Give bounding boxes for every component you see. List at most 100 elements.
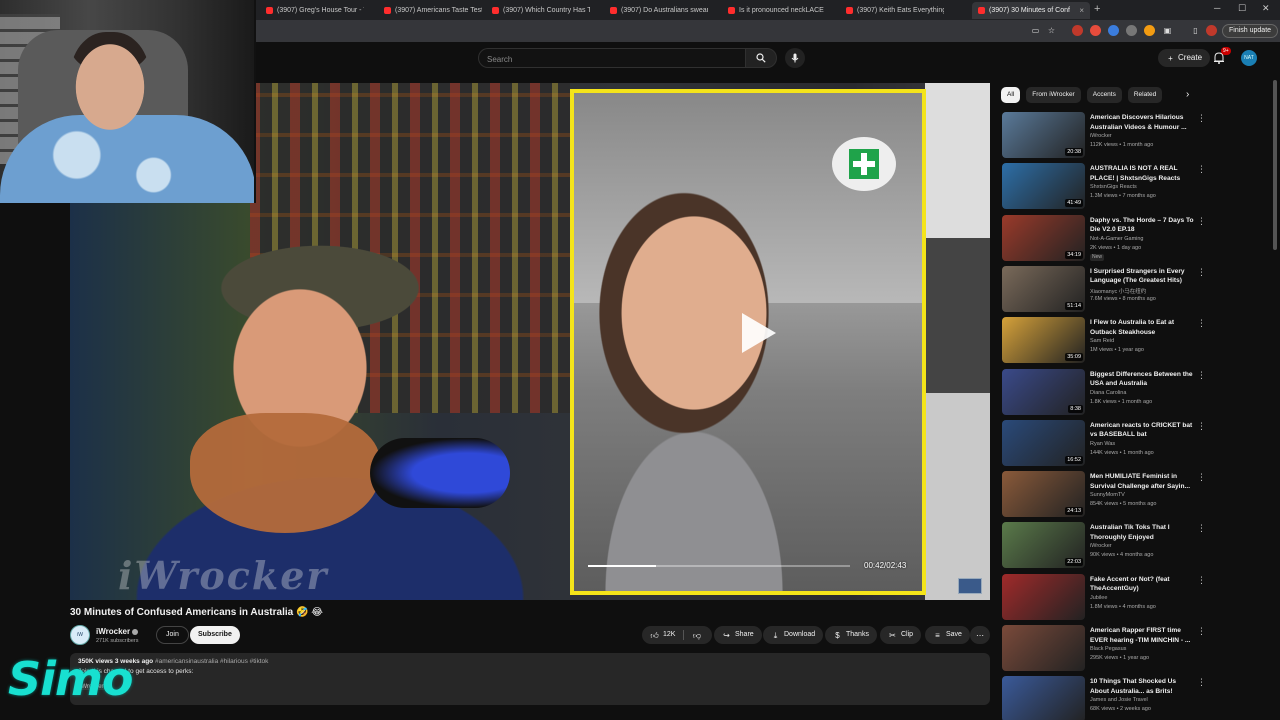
more-vertical-icon[interactable]: ⋮ [1197, 267, 1206, 278]
recommended-channel[interactable]: SunnyMomTV [1090, 492, 1125, 498]
filter-chip[interactable]: Accents [1086, 87, 1122, 103]
browser-tab[interactable]: (3907) Americans Taste Test Au× [378, 2, 482, 19]
more-vertical-icon[interactable]: ⋮ [1197, 370, 1206, 381]
recommended-channel[interactable]: iWrocker [1090, 133, 1112, 139]
extension-icon[interactable] [1144, 25, 1155, 36]
video-thumbnail[interactable]: 24:13 [1002, 471, 1085, 518]
video-thumbnail[interactable]: 20:38 [1002, 112, 1085, 158]
save-button[interactable]: ≡ Save [925, 626, 970, 644]
thumbs-down-icon[interactable]: 👎︎ [692, 631, 701, 640]
extension-icon[interactable] [1108, 25, 1119, 36]
video-thumbnail[interactable]: 8:38 [1002, 368, 1085, 415]
more-vertical-icon[interactable]: ⋮ [1197, 575, 1206, 586]
browser-tab[interactable]: (3907) Which Country Has The× [486, 2, 590, 19]
recommended-title[interactable]: American Discovers Hilarious Australian … [1090, 113, 1196, 132]
profile-icon[interactable] [1206, 25, 1217, 36]
more-vertical-icon[interactable]: ⋮ [1197, 523, 1206, 534]
maximize-button[interactable]: ☐ [1238, 3, 1246, 14]
more-vertical-icon[interactable]: ⋮ [1197, 318, 1206, 329]
recommended-channel[interactable]: Diana Carolina [1090, 390, 1126, 396]
recommended-title[interactable]: American Rapper FIRST time EVER hearing … [1090, 626, 1196, 645]
play-icon[interactable] [742, 313, 776, 353]
recommended-title[interactable]: Daphy vs. The Horde – 7 Days To Die V2.0… [1090, 216, 1196, 235]
recommended-title[interactable]: 10 Things That Shocked Us About Australi… [1090, 677, 1196, 696]
download-button[interactable]: ⤓ Download [763, 626, 824, 644]
finish-update-button[interactable]: Finish update [1222, 24, 1279, 38]
video-thumbnail[interactable]: 16:52 [1002, 419, 1085, 466]
video-thumbnail[interactable]: 51:14 [1002, 265, 1085, 312]
more-vertical-icon[interactable]: ⋮ [1197, 472, 1206, 483]
filter-chip[interactable]: From iWrocker [1026, 87, 1081, 103]
browser-tab[interactable]: Is it pronounced neckLACE or n× [722, 2, 826, 19]
video-thumbnail[interactable]: 22:03 [1002, 522, 1085, 569]
recommended-video[interactable]: American Rapper FIRST time EVER hearing … [1002, 625, 1272, 673]
recommended-channel[interactable]: Sam Reid [1090, 338, 1114, 344]
recommended-channel[interactable]: Black Pegasus [1090, 646, 1126, 652]
recommended-channel[interactable]: Jubilee [1090, 595, 1107, 601]
more-vertical-icon[interactable]: ⋮ [1197, 626, 1206, 637]
recommended-channel[interactable]: James and Josie Travel [1090, 697, 1148, 703]
recommended-video[interactable]: 20:38 American Discovers Hilarious Austra… [1002, 112, 1272, 160]
more-vertical-icon[interactable]: ⋮ [1197, 164, 1206, 175]
close-tab-icon[interactable]: × [1075, 6, 1084, 15]
minimize-button[interactable]: ─ [1214, 3, 1220, 13]
recommended-title[interactable]: Men HUMILIATE Feminist in Survival Chall… [1090, 472, 1196, 491]
browser-tab[interactable]: (3907) Greg's House Tour - You× [260, 2, 364, 19]
extension-icon[interactable] [1090, 25, 1101, 36]
cast-icon[interactable]: ▭ [1030, 25, 1041, 36]
extension-icon[interactable] [1126, 25, 1137, 36]
recommended-title[interactable]: I Surprised Strangers in Every Language … [1090, 267, 1196, 286]
video-thumbnail[interactable] [1002, 625, 1085, 671]
more-vertical-icon[interactable]: ⋮ [1197, 421, 1206, 432]
recommended-video[interactable]: 10 Things That Shocked Us About Australi… [1002, 676, 1272, 720]
chevron-right-icon[interactable]: › [1186, 89, 1189, 100]
search-input[interactable] [479, 50, 745, 69]
recommended-title[interactable]: Australian Tik Toks That I Thoroughly En… [1090, 523, 1196, 542]
close-window-button[interactable]: ✕ [1262, 3, 1270, 14]
page-scrollbar[interactable] [1273, 80, 1277, 250]
more-vertical-icon[interactable]: ⋮ [1197, 113, 1206, 124]
browser-tab[interactable]: (3907) 30 Minutes of Conf × [972, 2, 1090, 19]
join-button[interactable]: Join [156, 626, 189, 644]
recommended-title[interactable]: American reacts to CRICKET bat vs BASEBA… [1090, 421, 1196, 440]
recommended-video[interactable]: 8:38 Biggest Differences Between the USA … [1002, 368, 1272, 417]
bookmark-star-icon[interactable]: ☆ [1046, 25, 1057, 36]
video-thumbnail[interactable]: 34:19 [1002, 214, 1085, 261]
thanks-button[interactable]: $ Thanks [825, 626, 877, 644]
recommended-title[interactable]: Biggest Differences Between the USA and … [1090, 370, 1196, 389]
create-button[interactable]: + Create [1158, 49, 1211, 67]
recommended-video[interactable]: 35:09 I Flew to Australia to Eat at Outba… [1002, 317, 1272, 365]
channel-name[interactable]: iWrocker [96, 627, 139, 636]
recommended-title[interactable]: AUSTRALIA IS NOT A REAL PLACE! | ShxtsnG… [1090, 164, 1196, 183]
clip-button[interactable]: ✂ Clip [880, 626, 922, 644]
video-thumbnail[interactable]: 35:09 [1002, 317, 1085, 364]
recommended-channel[interactable]: Xiaomanyc 小马在纽约 [1090, 287, 1146, 295]
recommended-video[interactable]: 34:19 Daphy vs. The Horde – 7 Days To Die… [1002, 214, 1272, 263]
recommended-video[interactable]: 22:03 Australian Tik Toks That I Thorough… [1002, 522, 1272, 570]
video-thumbnail[interactable] [1002, 676, 1085, 720]
thumbs-up-icon[interactable]: 👍︎ [650, 631, 659, 640]
video-thumbnail[interactable]: 41:49 [1002, 163, 1085, 210]
more-actions-button[interactable]: ⋯ [970, 626, 990, 644]
like-count[interactable]: 12K [663, 626, 675, 644]
recommended-video[interactable]: 24:13 Men HUMILIATE Feminist in Survival … [1002, 471, 1272, 519]
extension-icon[interactable] [1072, 25, 1083, 36]
recommended-video[interactable]: Fake Accent or Not? (feat TheAccentGuy) J… [1002, 573, 1272, 622]
recommended-channel[interactable]: iWrocker [1090, 543, 1112, 549]
recommended-video[interactable]: 16:52 American reacts to CRICKET bat vs B… [1002, 419, 1272, 468]
account-avatar[interactable]: NAT [1241, 50, 1257, 66]
more-vertical-icon[interactable]: ⋮ [1197, 216, 1206, 227]
new-tab-button[interactable]: + [1094, 3, 1100, 15]
puzzle-icon[interactable]: ▣ [1162, 25, 1173, 36]
share-button[interactable]: ↪ Share [714, 626, 762, 644]
recommended-title[interactable]: Fake Accent or Not? (feat TheAccentGuy) [1090, 575, 1196, 594]
recommended-channel[interactable]: ShxtsnGigs Reacts [1090, 184, 1137, 190]
description-box[interactable]: 350K views 3 weeks ago #americansinaustr… [70, 653, 990, 705]
browser-tab[interactable]: (3907) Keith Eats Everything At× [840, 2, 944, 19]
more-vertical-icon[interactable]: ⋮ [1197, 677, 1206, 688]
filter-chip[interactable]: Related [1127, 87, 1163, 103]
video-thumbnail[interactable] [1002, 573, 1085, 620]
recommended-video[interactable]: 51:14 I Surprised Strangers in Every Lang… [1002, 265, 1272, 314]
sidebar-icon[interactable]: ▯ [1190, 25, 1201, 36]
recommended-channel[interactable]: Not-A-Gamer Gaming [1090, 236, 1144, 242]
